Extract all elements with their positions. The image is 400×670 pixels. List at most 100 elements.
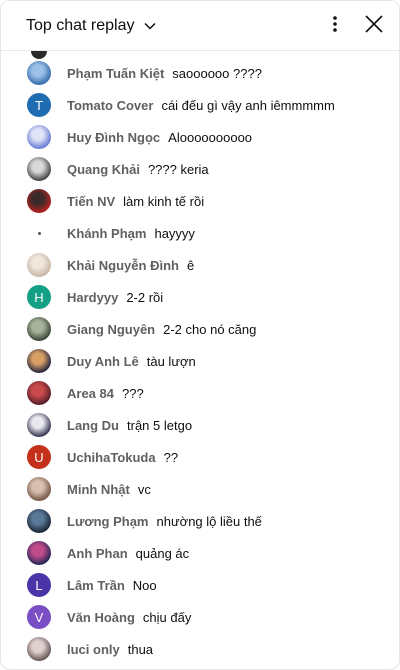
chat-message[interactable]: Anh Phan quảng ác [1,537,399,569]
message-content: Lâm Trần Noo [67,569,157,601]
message-content: Khánh Phạm hayyyy [67,217,195,249]
author-name[interactable]: Minh Nhật [67,482,130,497]
author-name[interactable]: Lương Phạm [67,514,149,529]
avatar[interactable] [27,413,51,437]
message-text: hayyyy [154,225,195,241]
author-name[interactable]: Lang Du [67,418,119,433]
chat-message[interactable]: T Tomato Cover cái đếu gì vậy anh iêmmmmm [1,89,399,121]
avatar[interactable]: U [27,445,51,469]
author-name[interactable]: Huy Đình Ngọc [67,130,160,145]
avatar[interactable] [27,61,51,85]
chat-message[interactable]: Lang Du trận 5 letgo [1,409,399,441]
avatar[interactable] [27,221,51,245]
avatar-letter: T [35,97,43,113]
author-name[interactable]: luci only [67,642,120,657]
avatar[interactable]: V [27,605,51,629]
author-name[interactable]: Duy Anh Lê [67,354,139,369]
avatar-letter: U [34,449,44,465]
avatar-letter: L [35,577,43,593]
chat-message-list[interactable]: Phạm Tuấn Kiệt saoooooo ???? T Tomato Cover… [1,51,399,669]
avatar[interactable] [27,189,51,213]
author-name[interactable]: Tomato Cover [67,98,153,113]
chat-message[interactable]: Area 84??? [1,377,399,409]
author-name[interactable]: Hardyyy [67,290,118,305]
avatar[interactable]: L [27,573,51,597]
chat-message[interactable]: Phạm Tuấn Kiệt saoooooo ???? [1,57,399,89]
message-content: Hardyyy 2-2 rồi [67,281,163,313]
message-content: Văn Hoàng chịu đấy [67,601,191,633]
avatar[interactable]: T [27,93,51,117]
message-text: ?? [163,449,179,465]
chat-message[interactable]: H Hardyyy 2-2 rồi [1,281,399,313]
author-name[interactable]: Lâm Trần [67,578,125,593]
chat-mode-label: Top chat replay [26,16,135,34]
chat-mode-dropdown[interactable]: Top chat replay [26,17,157,35]
chat-message[interactable]: U UchihaTokuda?? [1,441,399,473]
message-text: nhường lộ liều thế [156,513,262,529]
message-content: Lương Phạm nhường lộ liều thế [67,505,262,537]
message-text: 2-2 rồi [126,289,164,305]
chat-message[interactable]: Minh Nhật vc [1,473,399,505]
chat-panel: Top chat replay Phạm Tuấn Kiệt saoooooo ?… [0,0,400,670]
message-content: Minh Nhật vc [67,473,151,505]
chat-message[interactable]: Duy Anh Lê tàu lượn [1,345,399,377]
avatar[interactable] [27,637,51,661]
message-text: làm kinh tế rồi [123,193,205,209]
message-text: cái đếu gì vậy anh iêmmmmm [161,97,335,113]
author-name[interactable]: Văn Hoàng [67,610,135,625]
message-text: quảng ác [135,545,190,561]
avatar[interactable] [27,477,51,501]
chat-message[interactable]: L Lâm Trần Noo [1,569,399,601]
message-text: thua [127,641,154,657]
chat-message[interactable]: Quang Khải ???? keria [1,153,399,185]
chat-message[interactable]: Lương Phạm nhường lộ liều thế [1,505,399,537]
message-text: ???? keria [147,161,209,177]
avatar[interactable] [27,253,51,277]
chat-message[interactable]: Tiến NV làm kinh tế rồi [1,185,399,217]
close-icon [364,14,384,39]
message-content: Duy Anh Lê tàu lượn [67,345,196,377]
message-content: Giang Nguyên 2-2 cho nó căng [67,313,256,345]
avatar[interactable] [27,125,51,149]
avatar[interactable] [27,317,51,341]
message-content: Quang Khải ???? keria [67,153,209,185]
author-name[interactable]: Quang Khải [67,162,140,177]
avatar-letter: H [34,289,44,305]
avatar[interactable]: H [27,285,51,309]
message-content: Tiến NV làm kinh tế rồi [67,185,204,217]
message-content: Khải Nguyễn Đình ê [67,249,194,281]
more-options-button[interactable] [318,9,352,43]
message-content: Lang Du trận 5 letgo [67,409,192,441]
author-name[interactable]: Tiến NV [67,194,115,209]
message-text: ê [186,257,195,273]
avatar[interactable] [27,541,51,565]
author-name[interactable]: Phạm Tuấn Kiệt [67,66,164,81]
chat-message[interactable]: luci only thua [1,633,399,665]
avatar[interactable] [27,349,51,373]
chat-message[interactable]: Huy Đình Ngọc Aloooooooooo [1,121,399,153]
message-text: tàu lượn [146,353,196,369]
message-text: Aloooooooooo [168,129,253,145]
chat-message[interactable]: V Văn Hoàng chịu đấy [1,601,399,633]
chevron-down-icon [143,19,157,33]
author-name[interactable]: Khải Nguyễn Đình [67,258,179,273]
avatar[interactable] [27,157,51,181]
avatar[interactable] [27,381,51,405]
chat-message[interactable]: Khánh Phạm hayyyy [1,217,399,249]
author-name[interactable]: Khánh Phạm [67,226,146,241]
message-text: 2-2 cho nó căng [163,321,257,337]
more-vert-icon [325,14,345,39]
chat-message[interactable]: Giang Nguyên 2-2 cho nó căng [1,313,399,345]
author-name[interactable]: Area 84 [67,386,114,401]
chat-message[interactable]: Khải Nguyễn Đình ê [1,249,399,281]
message-text: chịu đấy [142,609,192,625]
avatar-letter: V [34,609,44,625]
avatar[interactable] [27,509,51,533]
message-text: vc [137,481,151,497]
author-name[interactable]: Anh Phan [67,546,128,561]
close-button[interactable] [357,9,391,43]
message-content: Huy Đình Ngọc Aloooooooooo [67,121,252,153]
message-text: ??? [121,385,144,401]
author-name[interactable]: UchihaTokuda [67,450,156,465]
author-name[interactable]: Giang Nguyên [67,322,155,337]
